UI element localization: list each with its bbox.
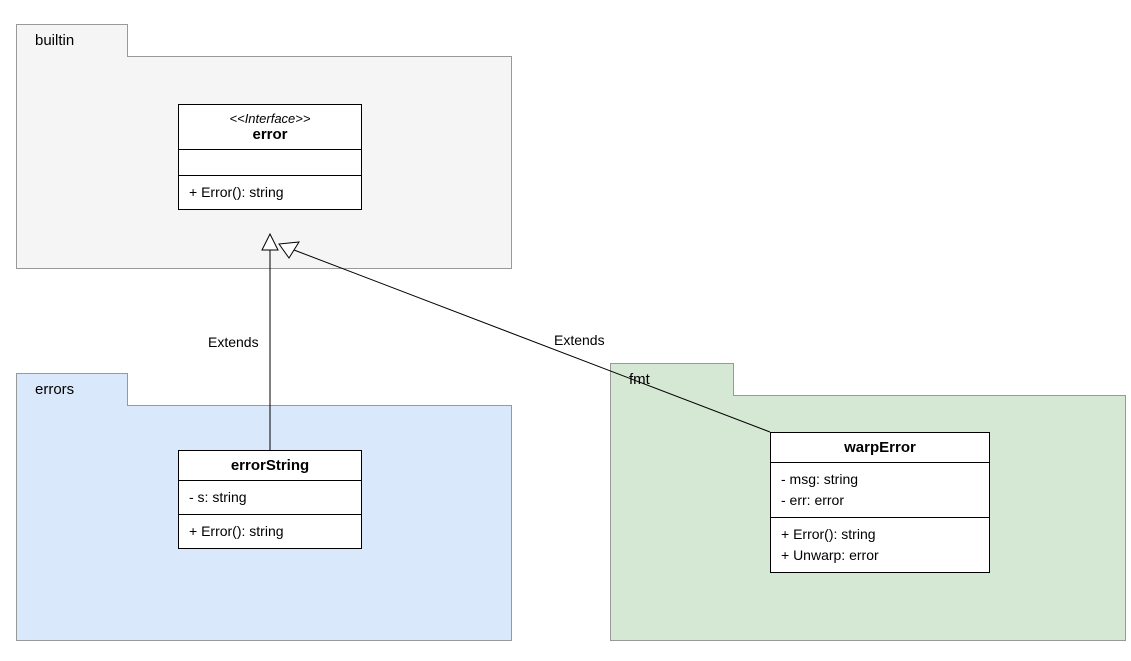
interface-error-header: <<Interface>> error — [179, 105, 361, 150]
package-errors-tab: errors — [16, 373, 128, 406]
label-extends-2: Extends — [554, 332, 605, 348]
package-builtin-label: builtin — [35, 32, 74, 49]
interface-error: <<Interface>> error + Error(): string — [178, 104, 362, 210]
class-warperror-attributes: - msg: string - err: error — [771, 463, 989, 518]
class-warperror: warpError - msg: string - err: error + E… — [770, 432, 990, 573]
class-errorstring-name: errorString — [187, 457, 353, 474]
class-errorstring: errorString - s: string + Error(): strin… — [178, 450, 362, 549]
package-fmt-tab: fmt — [610, 363, 734, 396]
class-errorstring-methods: + Error(): string — [179, 515, 361, 548]
label-extends-1: Extends — [208, 334, 259, 350]
package-errors-label: errors — [35, 381, 74, 398]
class-warperror-methods: + Error(): string + Unwarp: error — [771, 518, 989, 572]
class-warperror-method-unwarp: + Unwarp: error — [781, 545, 979, 566]
interface-error-attributes — [179, 150, 361, 176]
interface-error-stereotype: <<Interface>> — [187, 111, 353, 126]
class-warperror-method-error: + Error(): string — [781, 524, 979, 545]
interface-error-methods: + Error(): string — [179, 176, 361, 209]
class-errorstring-attributes: - s: string — [179, 481, 361, 515]
class-errorstring-header: errorString — [179, 451, 361, 481]
package-builtin-tab: builtin — [16, 24, 128, 57]
package-fmt-label: fmt — [629, 371, 650, 388]
class-warperror-attr-msg: - msg: string — [781, 469, 979, 490]
interface-error-name: error — [187, 126, 353, 143]
class-warperror-header: warpError — [771, 433, 989, 463]
class-warperror-name: warpError — [779, 439, 981, 456]
class-warperror-attr-err: - err: error — [781, 490, 979, 511]
